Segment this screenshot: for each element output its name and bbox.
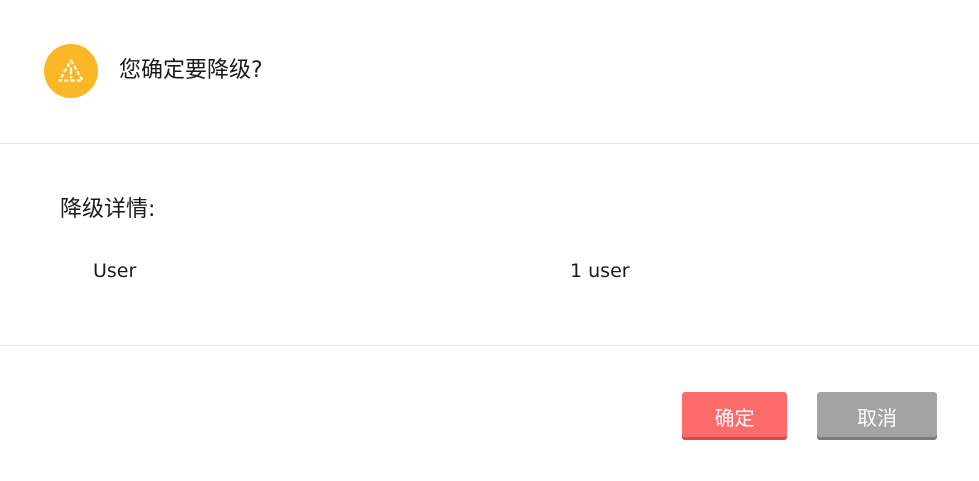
- confirm-button[interactable]: 确定: [682, 392, 787, 440]
- downgrade-confirm-dialog: 您确定要降级? 降级详情: User 1 user 确定 取消: [0, 0, 979, 481]
- header-divider: [0, 143, 979, 144]
- dialog-title: 您确定要降级?: [119, 58, 263, 83]
- footer-divider: [0, 345, 979, 346]
- detail-key: User: [93, 260, 137, 282]
- detail-value: 1 user: [570, 260, 630, 282]
- cancel-button[interactable]: 取消: [817, 392, 937, 440]
- dialog-header: 您确定要降级?: [0, 0, 979, 143]
- details-heading: 降级详情:: [60, 197, 156, 222]
- detail-row: User 1 user: [0, 257, 979, 285]
- warning-icon: [44, 44, 98, 98]
